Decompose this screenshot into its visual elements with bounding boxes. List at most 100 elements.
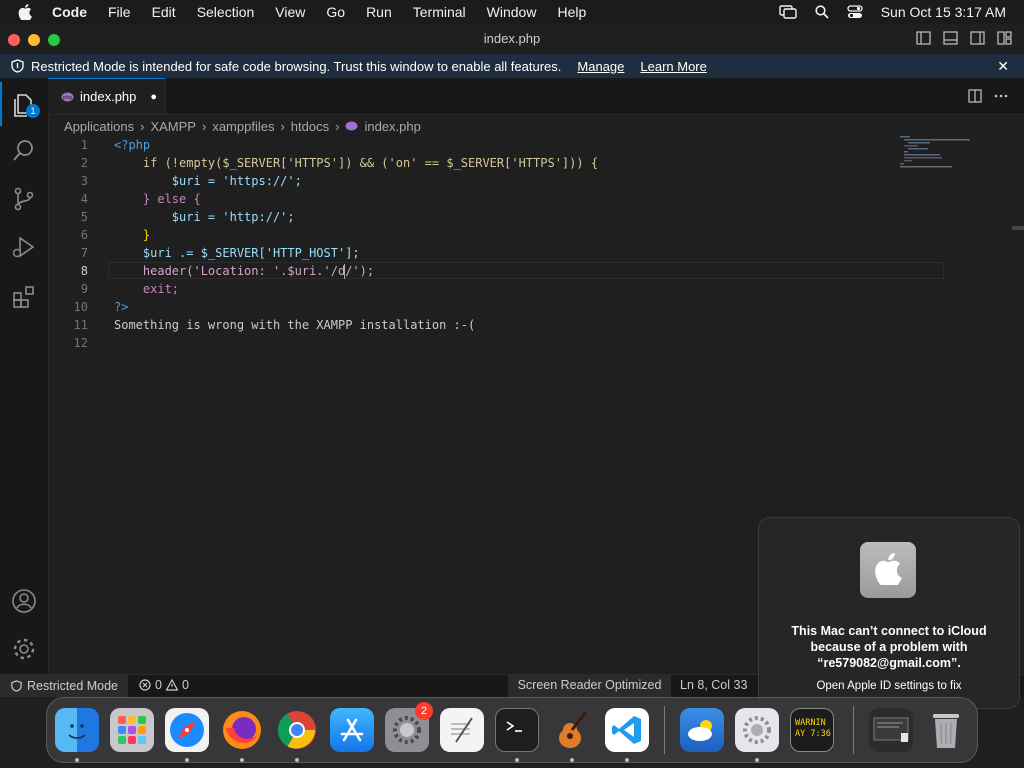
line-number: 12	[73, 336, 88, 350]
editor-tab-bar: php index.php ●	[48, 78, 1024, 115]
menu-app-code[interactable]: Code	[52, 4, 87, 20]
extensions-icon[interactable]	[11, 284, 37, 310]
dock-launchpad-icon[interactable]	[110, 708, 154, 752]
apple-logo-icon[interactable]	[18, 4, 32, 20]
dock-garageband-icon[interactable]	[550, 708, 594, 752]
text-cursor	[344, 264, 345, 279]
dock: 2 WARNIN AY 7:36	[46, 697, 978, 763]
dock-weather-icon[interactable]	[680, 708, 724, 752]
dock-system-preferences-icon[interactable]	[735, 708, 779, 752]
line-number: 5	[80, 210, 88, 224]
menu-file[interactable]: File	[108, 4, 131, 20]
dock-divider	[853, 706, 854, 754]
accounts-icon[interactable]	[11, 588, 37, 614]
code-line[interactable]: if (!empty($_SERVER['HTTPS']) && ('on' =…	[114, 156, 598, 170]
code-line[interactable]: }	[114, 228, 150, 242]
breadcrumb-xamppfiles[interactable]: xamppfiles	[212, 119, 274, 134]
dock-finder-icon[interactable]	[55, 708, 99, 752]
run-and-debug-icon[interactable]	[11, 234, 37, 260]
toggle-primary-sidebar-icon[interactable]	[916, 31, 931, 45]
source-control-icon[interactable]	[11, 186, 37, 212]
dock-console-icon[interactable]: WARNIN AY 7:36	[790, 708, 834, 752]
customize-layout-icon[interactable]	[997, 31, 1012, 45]
warning-icon	[165, 679, 178, 691]
status-cursor-position[interactable]: Ln 8, Col 33	[680, 678, 747, 692]
code-line[interactable]: $uri .= $_SERVER['HTTP_HOST'];	[114, 246, 360, 260]
notification-action-button[interactable]: Open Apple ID settings to fix	[773, 680, 1005, 692]
spotlight-search-icon[interactable]	[815, 5, 829, 19]
menu-terminal[interactable]: Terminal	[413, 4, 466, 20]
chevron-right-icon: ›	[140, 118, 145, 134]
menu-window[interactable]: Window	[487, 4, 537, 20]
minimap[interactable]	[900, 136, 980, 176]
notification-message: This Mac can’t connect to iCloud because…	[791, 624, 987, 670]
status-restricted-mode[interactable]: Restricted Mode	[0, 675, 128, 697]
dock-app-store-icon[interactable]	[330, 708, 374, 752]
status-mode-label: Restricted Mode	[27, 679, 119, 693]
code-line[interactable]: $uri = 'http://';	[114, 210, 295, 224]
banner-message: Restricted Mode is intended for safe cod…	[31, 58, 562, 74]
breadcrumb-xampp[interactable]: XAMPP	[150, 119, 196, 134]
code-line[interactable]: } else {	[114, 192, 201, 206]
menubar-clock[interactable]: Sun Oct 15 3:17 AM	[881, 4, 1006, 20]
code-line[interactable]: Something is wrong with the XAMPP instal…	[114, 318, 475, 332]
php-file-icon: php	[61, 92, 74, 101]
dock-recent-document-icon[interactable]	[869, 708, 913, 752]
split-editor-icon[interactable]	[968, 89, 982, 103]
menu-help[interactable]: Help	[557, 4, 586, 20]
dock-running-dot	[570, 758, 574, 762]
dock-running-dot	[295, 758, 299, 762]
screen-mirroring-icon[interactable]	[779, 5, 797, 19]
breadcrumb-applications[interactable]: Applications	[64, 119, 134, 134]
dock-chrome-icon[interactable]	[275, 708, 319, 752]
menu-run[interactable]: Run	[366, 4, 392, 20]
line-number: 3	[80, 174, 88, 188]
menu-go[interactable]: Go	[326, 4, 345, 20]
breadcrumb-htdocs[interactable]: htdocs	[291, 119, 329, 134]
banner-learn-more-link[interactable]: Learn More	[640, 59, 706, 74]
line-number: 11	[73, 318, 88, 332]
menu-edit[interactable]: Edit	[152, 4, 176, 20]
code-line[interactable]: $uri = 'https://';	[114, 174, 302, 188]
error-icon	[139, 679, 151, 691]
tab-index-php[interactable]: php index.php ●	[48, 78, 166, 114]
status-problems[interactable]: 0 0	[139, 678, 189, 692]
dock-trash-icon[interactable]	[924, 708, 968, 752]
apple-logo-icon	[875, 553, 902, 585]
dock-firefox-icon[interactable]	[220, 708, 264, 752]
more-actions-icon[interactable]	[994, 89, 1008, 103]
tab-modified-dot[interactable]: ●	[150, 91, 157, 103]
banner-manage-link[interactable]: Manage	[577, 59, 624, 74]
code-line[interactable]: exit;	[114, 282, 179, 296]
code-line[interactable]: <?php	[114, 138, 150, 152]
breadcrumb-index-php[interactable]: index.php	[364, 119, 420, 134]
dock-running-dot	[240, 758, 244, 762]
icloud-notification[interactable]: This Mac can’t connect to iCloud because…	[758, 517, 1020, 709]
menu-selection[interactable]: Selection	[197, 4, 255, 20]
shield-icon	[11, 680, 22, 692]
dock-terminal-icon[interactable]	[495, 708, 539, 752]
search-icon[interactable]	[11, 138, 37, 164]
apple-id-app-icon	[860, 542, 916, 598]
chevron-right-icon: ›	[335, 118, 340, 134]
editor-scrollbar-thumb[interactable]	[1012, 226, 1024, 230]
line-number: 1	[80, 138, 88, 152]
toggle-secondary-sidebar-icon[interactable]	[970, 31, 985, 45]
dock-console-text: WARNIN AY 7:36	[795, 718, 831, 739]
dock-safari-icon[interactable]	[165, 708, 209, 752]
menu-view[interactable]: View	[275, 4, 305, 20]
line-number: 9	[80, 282, 88, 296]
manage-gear-icon[interactable]	[11, 636, 37, 662]
code-line[interactable]: ?>	[114, 300, 128, 314]
explorer-badge: 1	[26, 104, 40, 118]
line-number: 2	[80, 156, 88, 170]
control-center-icon[interactable]	[847, 5, 863, 19]
dock-vscode-icon[interactable]	[605, 708, 649, 752]
code-line[interactable]: header('Location: '.$uri.'/d/');	[114, 264, 374, 278]
line-number: 6	[80, 228, 88, 242]
status-screen-reader[interactable]: Screen Reader Optimized	[508, 675, 671, 697]
toggle-panel-icon[interactable]	[943, 31, 958, 45]
dock-textedit-icon[interactable]	[440, 708, 484, 752]
line-number-active: 8	[80, 264, 88, 278]
banner-close-icon[interactable]: ✕	[997, 58, 1009, 75]
